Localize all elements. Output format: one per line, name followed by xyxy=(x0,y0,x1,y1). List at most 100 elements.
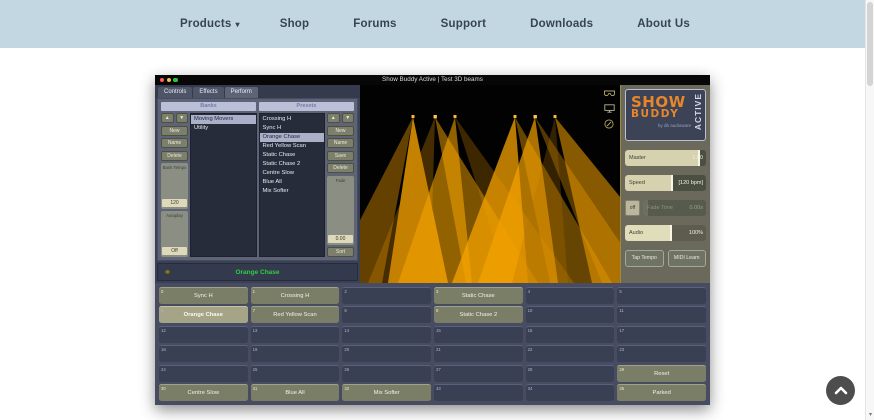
preset-pad[interactable]: 28 xyxy=(526,365,615,382)
nav-link[interactable]: Forums xyxy=(353,18,400,30)
preset-pad[interactable]: 19 xyxy=(251,345,340,362)
sort-button[interactable]: Sort xyxy=(327,247,354,257)
preset-pad[interactable]: 24 xyxy=(159,365,248,382)
minimize-button[interactable] xyxy=(167,78,171,82)
panel-tab[interactable]: Effects xyxy=(193,87,223,98)
autoplay-value[interactable]: Off xyxy=(162,247,187,255)
pad-label xyxy=(251,346,340,362)
scrollbar-thumb[interactable] xyxy=(867,2,873,86)
speed-value: [120 bpm] xyxy=(679,175,703,191)
preset-pad[interactable]: 8 xyxy=(342,306,431,323)
preset-pad[interactable]: 1 Crossing H xyxy=(251,287,340,304)
preset-pad[interactable]: 30 Centre Slow xyxy=(159,384,248,401)
preset-pad[interactable]: 14 xyxy=(342,326,431,343)
preset-action-button[interactable]: New xyxy=(327,126,354,136)
preset-pad[interactable]: 18 xyxy=(159,345,248,362)
preset-pad[interactable]: 32 Mix Softer xyxy=(342,384,431,401)
preset-pad[interactable]: 29 Reset xyxy=(617,365,706,382)
preset-pad[interactable]: 11 xyxy=(617,306,706,323)
preset-action-button[interactable]: Save xyxy=(327,151,354,161)
pad-label: Blue All xyxy=(251,385,340,401)
bank-action-button[interactable]: Delete xyxy=(161,151,188,161)
preset-pad[interactable]: 34 xyxy=(526,384,615,401)
preset-pad[interactable]: 4 xyxy=(526,287,615,304)
preset-action-button[interactable]: Delete xyxy=(327,163,354,173)
preset-pad[interactable]: 7 Red Yellow Scan xyxy=(251,306,340,323)
preset-pad[interactable]: 10 xyxy=(526,306,615,323)
monitor-icon[interactable] xyxy=(604,104,615,113)
master-slider[interactable]: Master 1.00 xyxy=(625,150,706,166)
preset-pad[interactable]: 9 Static Chase 2 xyxy=(434,306,523,323)
preset-pad[interactable]: 22 xyxy=(526,345,615,362)
bank-list-item[interactable]: Moving Movers xyxy=(191,115,256,124)
preset-pad[interactable]: 15 xyxy=(434,326,523,343)
speed-slider[interactable]: Speed [120 bpm] xyxy=(625,175,706,191)
preset-pad[interactable]: 0 Sync H xyxy=(159,287,248,304)
preset-pad[interactable]: 6 Orange Chase xyxy=(159,306,248,323)
bank-move-up-button[interactable]: ▲ xyxy=(161,113,174,123)
preset-list-item[interactable]: Static Chase xyxy=(260,151,325,160)
nav-link[interactable]: Shop xyxy=(280,18,314,30)
banks-list: Moving MoversUtility xyxy=(190,113,257,257)
preset-move-down-button[interactable]: ▼ xyxy=(342,113,355,123)
midi-learn-button[interactable]: MIDI Learn xyxy=(668,250,707,267)
scrollbar-down-arrow[interactable]: ▾ xyxy=(866,411,874,418)
preset-pad[interactable]: 23 xyxy=(617,345,706,362)
fade-value[interactable]: 0.00 xyxy=(328,235,353,243)
bank-tempo-value[interactable]: 120 xyxy=(162,199,187,207)
tap-tempo-button[interactable]: Tap Tempo xyxy=(625,250,664,267)
preset-move-up-button[interactable]: ▲ xyxy=(327,113,340,123)
preset-list-item[interactable]: Red Yellow Scan xyxy=(260,142,325,151)
preset-pad[interactable]: 33 xyxy=(434,384,523,401)
preset-pad[interactable]: 17 xyxy=(617,326,706,343)
nav-link[interactable]: Products ▾ xyxy=(180,18,240,30)
zoom-button[interactable] xyxy=(173,78,177,82)
preset-pad[interactable]: 2 xyxy=(342,287,431,304)
bank-list-item[interactable]: Utility xyxy=(191,124,256,133)
preset-pad[interactable]: 31 Blue All xyxy=(251,384,340,401)
preset-pad[interactable]: 25 xyxy=(251,365,340,382)
preset-list-item[interactable]: Static Chase 2 xyxy=(260,160,325,169)
preset-pad[interactable]: 13 xyxy=(251,326,340,343)
preset-list-item[interactable]: Mix Softer xyxy=(260,187,325,196)
preset-list-item[interactable]: Centre Slow xyxy=(260,169,325,178)
audio-slider[interactable]: Audio 100% xyxy=(625,225,706,241)
preset-pad[interactable]: 20 xyxy=(342,345,431,362)
preset-pad[interactable]: 26 xyxy=(342,365,431,382)
nav-link[interactable]: Support xyxy=(441,18,490,30)
preset-list-item[interactable]: Crossing H xyxy=(260,115,325,124)
bank-action-button[interactable]: Name xyxy=(161,138,188,148)
preset-list-item[interactable]: Sync H xyxy=(260,124,325,133)
3d-glasses-icon[interactable] xyxy=(604,90,615,98)
scroll-to-top-button[interactable] xyxy=(826,376,855,405)
fade-time-off-button[interactable]: off xyxy=(625,200,640,216)
panel-tab[interactable]: Perform xyxy=(225,87,258,98)
nav-link[interactable]: Downloads xyxy=(530,18,597,30)
fade-slider[interactable]: Fade 0.00 xyxy=(327,176,354,245)
page-scrollbar[interactable]: ▾ xyxy=(865,0,874,420)
preset-list-item[interactable]: Blue All xyxy=(260,178,325,187)
preset-action-button[interactable]: Name xyxy=(327,138,354,148)
preset-pad[interactable]: 12 xyxy=(159,326,248,343)
pad-label xyxy=(434,327,523,343)
preset-pad[interactable]: 5 xyxy=(617,287,706,304)
preset-list-item[interactable]: Orange Chase xyxy=(260,133,325,142)
preset-pad[interactable]: 27 xyxy=(434,365,523,382)
beams-3d-view[interactable] xyxy=(360,85,620,283)
preset-pad[interactable]: 3 Static Chase xyxy=(434,287,523,304)
panel-tab[interactable]: Controls xyxy=(158,87,192,98)
bank-action-button[interactable]: New xyxy=(161,126,188,136)
fade-time-slider[interactable]: Fade Time 0.00s xyxy=(643,200,706,216)
pad-label xyxy=(159,366,248,382)
autoplay-slider[interactable]: Autoplay Off xyxy=(161,211,188,257)
bank-move-down-button[interactable]: ▼ xyxy=(176,113,189,123)
fade-label: Fade xyxy=(327,176,354,183)
preset-pad[interactable]: 16 xyxy=(526,326,615,343)
close-button[interactable] xyxy=(160,78,164,82)
nav-link[interactable]: About Us xyxy=(637,18,694,30)
preset-pad[interactable]: 21 xyxy=(434,345,523,362)
compass-dial-icon[interactable] xyxy=(604,119,614,129)
speed-label: Speed xyxy=(629,175,645,191)
preset-pad[interactable]: 35 Parked xyxy=(617,384,706,401)
bank-tempo-slider[interactable]: Bank Tempo 120 xyxy=(161,163,188,209)
